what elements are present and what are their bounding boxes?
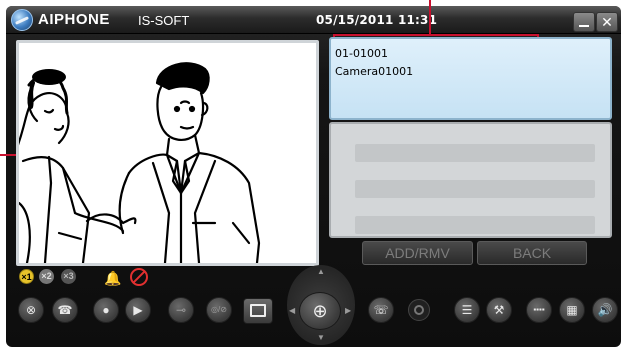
product-label: IS-SOFT xyxy=(138,13,190,28)
zoom-x1-button[interactable]: ×1 xyxy=(19,269,34,284)
close-icon: ✕ xyxy=(601,14,613,30)
grid-icon: ▦ xyxy=(566,303,578,317)
down-arrow-button[interactable]: ▼ xyxy=(317,333,325,342)
datetime-label: 05/15/2011 11:31 xyxy=(316,13,438,27)
tools-icon: ⚒ xyxy=(493,303,505,317)
station-list xyxy=(329,122,612,238)
visitor-illustration xyxy=(19,62,261,263)
annotation-line xyxy=(429,0,431,36)
zoom-icon: ⊕ xyxy=(312,301,328,321)
station-icon: ▪▪▪▪ xyxy=(533,305,545,314)
record-button[interactable]: ● xyxy=(93,297,119,323)
door-release-button[interactable]: ⊸ xyxy=(168,297,194,323)
list-item[interactable] xyxy=(355,144,595,162)
cancel-button[interactable]: ⊗ xyxy=(18,297,44,323)
back-button[interactable]: BACK xyxy=(477,241,587,265)
aiphone-app: AIPHONE IS-SOFT 05/15/2011 11:31 ✕ 01-01… xyxy=(0,0,621,347)
brand-label: AIPHONE xyxy=(38,11,110,28)
globe-icon xyxy=(11,9,33,31)
camera-toggle-icon: ◎/⊘ xyxy=(211,305,227,314)
play-icon: ▶ xyxy=(133,303,143,317)
minimize-icon xyxy=(579,25,589,27)
annotation-line xyxy=(333,34,539,36)
list-item[interactable] xyxy=(355,216,595,234)
door-release-icon: ⊸ xyxy=(175,303,187,317)
zoom-x2-button[interactable]: ×2 xyxy=(39,269,54,284)
camera-toggle-button[interactable]: ◎/⊘ xyxy=(206,297,232,323)
zoom-x3-button[interactable]: ×3 xyxy=(61,269,76,284)
page-button[interactable]: ☏ xyxy=(368,297,394,323)
play-button[interactable]: ▶ xyxy=(125,297,151,323)
station-button[interactable]: ▪▪▪▪ xyxy=(526,297,552,323)
tools-button[interactable]: ⚒ xyxy=(486,297,512,323)
volume-button[interactable]: 🔊 xyxy=(592,297,618,323)
bell-icon: 🔔 xyxy=(104,270,122,286)
station-name: Camera01001 xyxy=(335,65,414,78)
screen-button[interactable] xyxy=(243,298,273,324)
station-id: 01-01001 xyxy=(335,47,388,60)
left-arrow-button[interactable]: ◀ xyxy=(289,306,295,315)
list-icon: ☰ xyxy=(461,303,473,317)
add-remove-button[interactable]: ADD/RMV xyxy=(362,241,473,265)
handset-icon: ☎ xyxy=(57,303,73,317)
zoom-button[interactable]: ⊕ xyxy=(299,292,341,330)
list-item[interactable] xyxy=(355,180,595,198)
no-camera-icon xyxy=(130,268,148,286)
station-info-panel: 01-01001 Camera01001 xyxy=(329,37,612,120)
video-monitor[interactable] xyxy=(16,40,319,266)
close-button[interactable]: ✕ xyxy=(596,12,618,32)
record-icon: ● xyxy=(102,303,110,317)
page-icon: ☏ xyxy=(373,303,389,317)
handset-button[interactable]: ☎ xyxy=(52,297,78,323)
minimize-button[interactable] xyxy=(573,12,595,32)
screen-icon xyxy=(250,304,266,317)
ring-icon xyxy=(414,305,424,315)
right-arrow-button[interactable]: ▶ xyxy=(345,306,351,315)
grid-button[interactable]: ▦ xyxy=(559,297,585,323)
volume-icon: 🔊 xyxy=(597,303,613,317)
up-arrow-button[interactable]: ▲ xyxy=(317,267,325,276)
cancel-icon: ⊗ xyxy=(25,303,37,317)
list-button[interactable]: ☰ xyxy=(454,297,480,323)
ring-button[interactable] xyxy=(408,299,430,321)
